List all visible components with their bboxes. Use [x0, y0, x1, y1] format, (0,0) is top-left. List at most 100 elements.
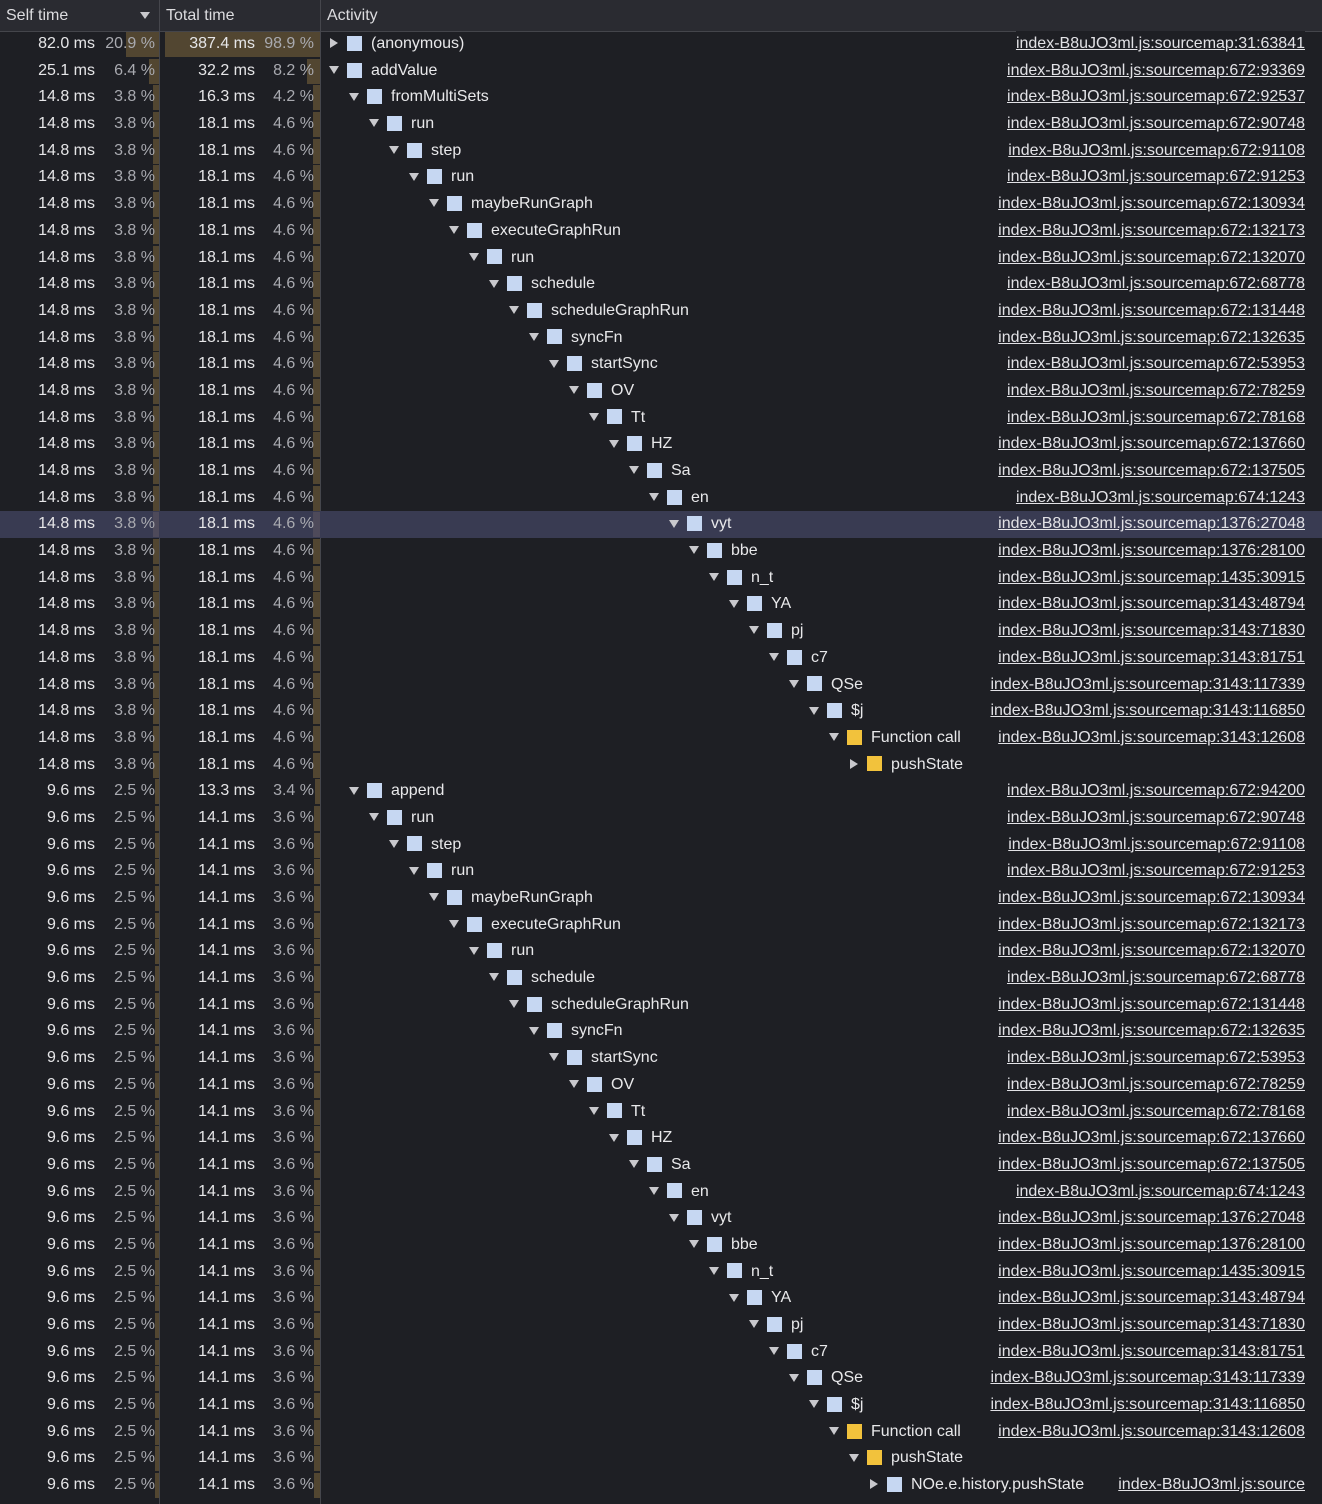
expanded-arrow-icon[interactable]: [709, 1266, 719, 1275]
tree-node[interactable]: pushState: [849, 1445, 963, 1472]
call-tree-row[interactable]: 14.8 ms 3.8 % 18.1 ms 4.6 % OV index-B8uJO3ml…: [0, 377, 1322, 405]
call-tree-row[interactable]: 14.8 ms 3.8 % 18.1 ms 4.6 % Sa index-B8uJO3ml…: [0, 458, 1322, 485]
call-tree-row[interactable]: 14.8 ms 3.8 % 18.1 ms 4.6 % maybeRunGraph ind…: [0, 191, 1322, 218]
expanded-arrow-icon[interactable]: [809, 1400, 819, 1409]
tree-node[interactable]: executeGraphRun: [449, 912, 621, 939]
source-location-link[interactable]: index-B8uJO3ml.js:sourcemap:672:92537: [1007, 84, 1305, 112]
source-location-link[interactable]: index-B8uJO3ml.js:sourcemap:3143:12608: [998, 724, 1305, 752]
expanded-arrow-icon[interactable]: [489, 279, 499, 288]
call-tree-row[interactable]: 14.8 ms 3.8 % 18.1 ms 4.6 % bbe index-B8uJO3m…: [0, 538, 1322, 565]
call-tree-row[interactable]: 14.8 ms 3.8 % 18.1 ms 4.6 % Function call ind…: [0, 724, 1322, 752]
collapsed-arrow-icon[interactable]: [850, 758, 858, 769]
tree-node[interactable]: pushState: [849, 752, 963, 779]
expanded-arrow-icon[interactable]: [829, 1427, 839, 1436]
source-location-link[interactable]: index-B8uJO3ml.js:sourcemap:672:53953: [1007, 351, 1305, 378]
call-tree-row[interactable]: 14.8 ms 3.8 % 18.1 ms 4.6 % run index-B8uJO3m…: [0, 111, 1322, 138]
source-location-link[interactable]: index-B8uJO3ml.js:sourcemap:672:90748: [1007, 111, 1305, 138]
tree-node[interactable]: scheduleGraphRun: [509, 992, 689, 1019]
source-location-link[interactable]: index-B8uJO3ml.js:sourcemap:3143:12608: [998, 1418, 1305, 1446]
expanded-arrow-icon[interactable]: [649, 1186, 659, 1195]
call-tree-row[interactable]: 14.8 ms 3.8 % 18.1 ms 4.6 % pushState: [0, 752, 1322, 779]
call-tree-row[interactable]: 9.6 ms 2.5 % 14.1 ms 3.6 % Function call inde…: [0, 1418, 1322, 1446]
tree-node[interactable]: NOe.e.history.pushState: [869, 1472, 1084, 1499]
tree-node[interactable]: pj: [749, 618, 803, 645]
source-location-link[interactable]: index-B8uJO3ml.js:sourcemap:672:53953: [1007, 1045, 1305, 1072]
call-tree-row[interactable]: 9.6 ms 2.5 % 13.3 ms 3.4 % append index-B8uJO…: [0, 778, 1322, 805]
expanded-arrow-icon[interactable]: [729, 1293, 739, 1302]
expanded-arrow-icon[interactable]: [329, 66, 339, 75]
tree-node[interactable]: append: [349, 778, 444, 805]
tree-node[interactable]: vyt: [669, 511, 731, 538]
tree-node[interactable]: syncFn: [529, 1018, 623, 1045]
call-tree-row[interactable]: 14.8 ms 3.8 % 18.1 ms 4.6 % YA index-B8uJO3ml…: [0, 591, 1322, 619]
expanded-arrow-icon[interactable]: [509, 306, 519, 315]
call-tree-row[interactable]: 14.8 ms 3.8 % 18.1 ms 4.6 % scheduleGraphRun…: [0, 297, 1322, 325]
call-tree-row[interactable]: 9.6 ms 2.5 % 14.1 ms 3.6 % $j index-B8uJO3ml.…: [0, 1392, 1322, 1419]
call-tree-row[interactable]: 14.8 ms 3.8 % 18.1 ms 4.6 % c7 index-B8uJO3ml…: [0, 644, 1322, 672]
call-tree-row[interactable]: 14.8 ms 3.8 % 16.3 ms 4.2 % fromMultiSets ind…: [0, 84, 1322, 112]
source-location-link[interactable]: index-B8uJO3ml.js:sourcemap:1435:30915: [998, 1258, 1305, 1286]
expanded-arrow-icon[interactable]: [689, 546, 699, 555]
source-location-link[interactable]: index-B8uJO3ml.js:sourcemap:672:137660: [998, 431, 1305, 458]
call-tree-row[interactable]: 9.6 ms 2.5 % 14.1 ms 3.6 % NOe.e.history.pus…: [0, 1472, 1322, 1499]
expanded-arrow-icon[interactable]: [469, 252, 479, 261]
source-location-link[interactable]: index-B8uJO3ml.js:sourcemap:672:91108: [1008, 137, 1305, 165]
collapsed-arrow-icon[interactable]: [330, 38, 338, 49]
source-location-link[interactable]: index-B8uJO3ml.js:sourcemap:672:131448: [998, 991, 1305, 1019]
expanded-arrow-icon[interactable]: [469, 946, 479, 955]
source-location-link[interactable]: index-B8uJO3ml.js:sourcemap:31:63841: [1015, 31, 1305, 58]
tree-node[interactable]: (anonymous): [329, 31, 464, 58]
tree-node[interactable]: Sa: [629, 458, 691, 485]
call-tree-row[interactable]: 14.8 ms 3.8 % 18.1 ms 4.6 % QSe index-B8uJO3m…: [0, 671, 1322, 699]
expanded-arrow-icon[interactable]: [369, 813, 379, 822]
call-tree-row[interactable]: 14.8 ms 3.8 % 18.1 ms 4.6 % run index-B8uJO3m…: [0, 164, 1322, 192]
call-tree-row[interactable]: 14.8 ms 3.8 % 18.1 ms 4.6 % executeGraphRun i…: [0, 217, 1322, 245]
source-location-link[interactable]: index-B8uJO3ml.js:sourcemap:672:137505: [998, 458, 1305, 485]
source-location-link[interactable]: index-B8uJO3ml.js:sourcemap:3143:116850: [990, 698, 1305, 725]
source-location-link[interactable]: index-B8uJO3ml.js:sourcemap:3143:117339: [990, 1365, 1305, 1393]
call-tree-row[interactable]: 9.6 ms 2.5 % 14.1 ms 3.6 % step index-B8uJO3m…: [0, 831, 1322, 859]
expanded-arrow-icon[interactable]: [509, 1000, 519, 1009]
call-tree-row[interactable]: 14.8 ms 3.8 % 18.1 ms 4.6 % syncFn index-B8uJ…: [0, 324, 1322, 352]
source-location-link[interactable]: index-B8uJO3ml.js:sourcemap:672:90748: [1007, 804, 1305, 832]
expanded-arrow-icon[interactable]: [689, 1240, 699, 1249]
tree-node[interactable]: $j: [809, 1392, 863, 1419]
source-location-link[interactable]: index-B8uJO3ml.js:sourcemap:674:1243: [1015, 1178, 1305, 1206]
call-tree-row[interactable]: 14.8 ms 3.8 % 18.1 ms 4.6 % vyt index-B8uJO3m…: [0, 511, 1322, 539]
call-tree-row[interactable]: 9.6 ms 2.5 % 14.1 ms 3.6 % syncFn index-B8uJO…: [0, 1018, 1322, 1046]
expanded-arrow-icon[interactable]: [609, 439, 619, 448]
call-tree-row[interactable]: 14.8 ms 3.8 % 18.1 ms 4.6 % en index-B8uJO3ml…: [0, 484, 1322, 512]
expanded-arrow-icon[interactable]: [369, 119, 379, 128]
source-location-link[interactable]: index-B8uJO3ml.js:sourcemap:672:132070: [998, 244, 1305, 272]
expanded-arrow-icon[interactable]: [429, 199, 439, 208]
source-location-link[interactable]: index-B8uJO3ml.js:source: [1118, 1472, 1305, 1499]
tree-node[interactable]: schedule: [489, 965, 595, 992]
tree-node[interactable]: Function call: [829, 725, 961, 752]
source-location-link[interactable]: index-B8uJO3ml.js:sourcemap:3143:117339: [990, 671, 1305, 699]
expanded-arrow-icon[interactable]: [449, 920, 459, 929]
source-location-link[interactable]: index-B8uJO3ml.js:sourcemap:672:91108: [1008, 831, 1305, 859]
expanded-arrow-icon[interactable]: [449, 226, 459, 235]
tree-node[interactable]: en: [649, 1179, 709, 1206]
call-tree-row[interactable]: 14.8 ms 3.8 % 18.1 ms 4.6 % run index-B8uJO3m…: [0, 244, 1322, 272]
source-location-link[interactable]: index-B8uJO3ml.js:sourcemap:672:68778: [1007, 965, 1305, 992]
tree-node[interactable]: YA: [729, 591, 791, 618]
call-tree-row[interactable]: 14.8 ms 3.8 % 18.1 ms 4.6 % pj index-B8uJO3ml…: [0, 618, 1322, 645]
source-location-link[interactable]: index-B8uJO3ml.js:sourcemap:3143:71830: [998, 618, 1305, 645]
expanded-arrow-icon[interactable]: [749, 626, 759, 635]
source-location-link[interactable]: index-B8uJO3ml.js:sourcemap:672:91253: [1007, 164, 1305, 192]
source-location-link[interactable]: index-B8uJO3ml.js:sourcemap:672:94200: [1007, 778, 1305, 805]
tree-node[interactable]: QSe: [789, 1365, 863, 1392]
tree-node[interactable]: n_t: [709, 1259, 773, 1286]
expanded-arrow-icon[interactable]: [349, 92, 359, 101]
source-location-link[interactable]: index-B8uJO3ml.js:sourcemap:672:78259: [1007, 377, 1305, 405]
call-tree-row[interactable]: 9.6 ms 2.5 % 14.1 ms 3.6 % startSync index-B8…: [0, 1045, 1322, 1072]
source-location-link[interactable]: index-B8uJO3ml.js:sourcemap:672:132173: [998, 217, 1305, 245]
tree-node[interactable]: run: [409, 164, 474, 191]
tree-node[interactable]: step: [389, 138, 461, 165]
tree-node[interactable]: pj: [749, 1312, 803, 1339]
tree-node[interactable]: OV: [569, 378, 634, 405]
source-location-link[interactable]: index-B8uJO3ml.js:sourcemap:672:130934: [998, 191, 1305, 218]
tree-node[interactable]: en: [649, 485, 709, 512]
call-tree-row[interactable]: 9.6 ms 2.5 % 14.1 ms 3.6 % executeGraphRun in…: [0, 911, 1322, 939]
